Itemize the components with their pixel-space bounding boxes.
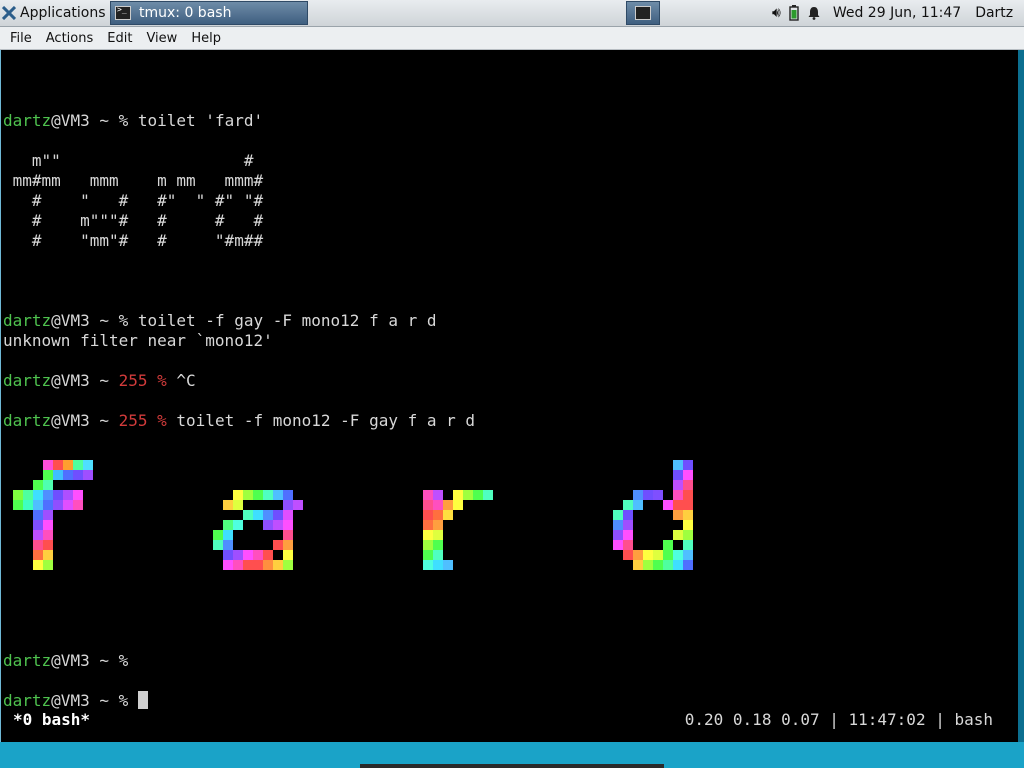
menu-edit[interactable]: Edit <box>100 31 139 46</box>
clock[interactable]: Wed 29 Jun, 11:47 <box>833 5 961 21</box>
terminal-line: dartz@VM3 ~ % <box>3 691 148 711</box>
notification-icon[interactable] <box>807 6 821 20</box>
terminal-line: # m"""# # # # <box>3 211 264 230</box>
terminal-icon <box>635 6 651 20</box>
battery-icon[interactable] <box>789 5 799 21</box>
menu-actions[interactable]: Actions <box>39 31 101 46</box>
window-right-border <box>1018 50 1024 742</box>
terminal-line: dartz@VM3 ~ % <box>3 651 138 670</box>
terminal-line: dartz@VM3 ~ 255 % ^C <box>3 371 196 390</box>
task-label: tmux: 0 bash <box>139 5 232 21</box>
text-cursor <box>137 691 148 709</box>
system-tray: 🔊︎ Wed 29 Jun, 11:47 Dartz <box>764 0 1024 26</box>
terminal-line: m"" # <box>3 151 254 170</box>
tmux-status-right: 0.20 0.18 0.07 | 11:47:02 | bash <box>684 710 993 729</box>
rainbow-fard-art <box>13 460 693 570</box>
terminal-line: unknown filter near `mono12' <box>3 331 273 350</box>
terminal-line: # "mm"# # "#m## <box>3 231 264 250</box>
applications-label: Applications <box>20 5 106 21</box>
tmux-window-list[interactable]: *0 bash* <box>13 710 90 730</box>
terminal-line: # " # #" " #" "# <box>3 191 264 210</box>
applications-icon <box>2 6 16 20</box>
volume-icon[interactable]: 🔊︎ <box>772 5 781 21</box>
menu-bar: File Actions Edit View Help <box>0 27 1024 50</box>
terminal-icon <box>115 5 131 20</box>
applications-menu[interactable]: Applications <box>2 0 106 26</box>
workspace-button[interactable] <box>626 1 660 25</box>
terminal-area[interactable]: dartz@VM3 ~ % toilet 'fard' m"" # mm#mm … <box>0 50 1024 742</box>
bottom-scrollbar-handle[interactable] <box>360 764 664 768</box>
menu-view[interactable]: View <box>139 31 184 46</box>
top-panel: Applications tmux: 0 bash 🔊︎ Wed 29 Jun,… <box>0 0 1024 27</box>
terminal-line: dartz@VM3 ~ % toilet 'fard' <box>3 111 264 130</box>
terminal-line: dartz@VM3 ~ % toilet -f gay -F mono12 f … <box>3 311 437 330</box>
menu-help[interactable]: Help <box>184 31 228 46</box>
terminal-line: mm#mm mmm m mm mmm# <box>3 171 264 190</box>
menu-file[interactable]: File <box>0 31 39 46</box>
taskbar-window-button[interactable]: tmux: 0 bash <box>110 1 308 25</box>
terminal-line: dartz@VM3 ~ 255 % toilet -f mono12 -F ga… <box>3 411 476 430</box>
user-menu[interactable]: Dartz <box>975 5 1013 21</box>
